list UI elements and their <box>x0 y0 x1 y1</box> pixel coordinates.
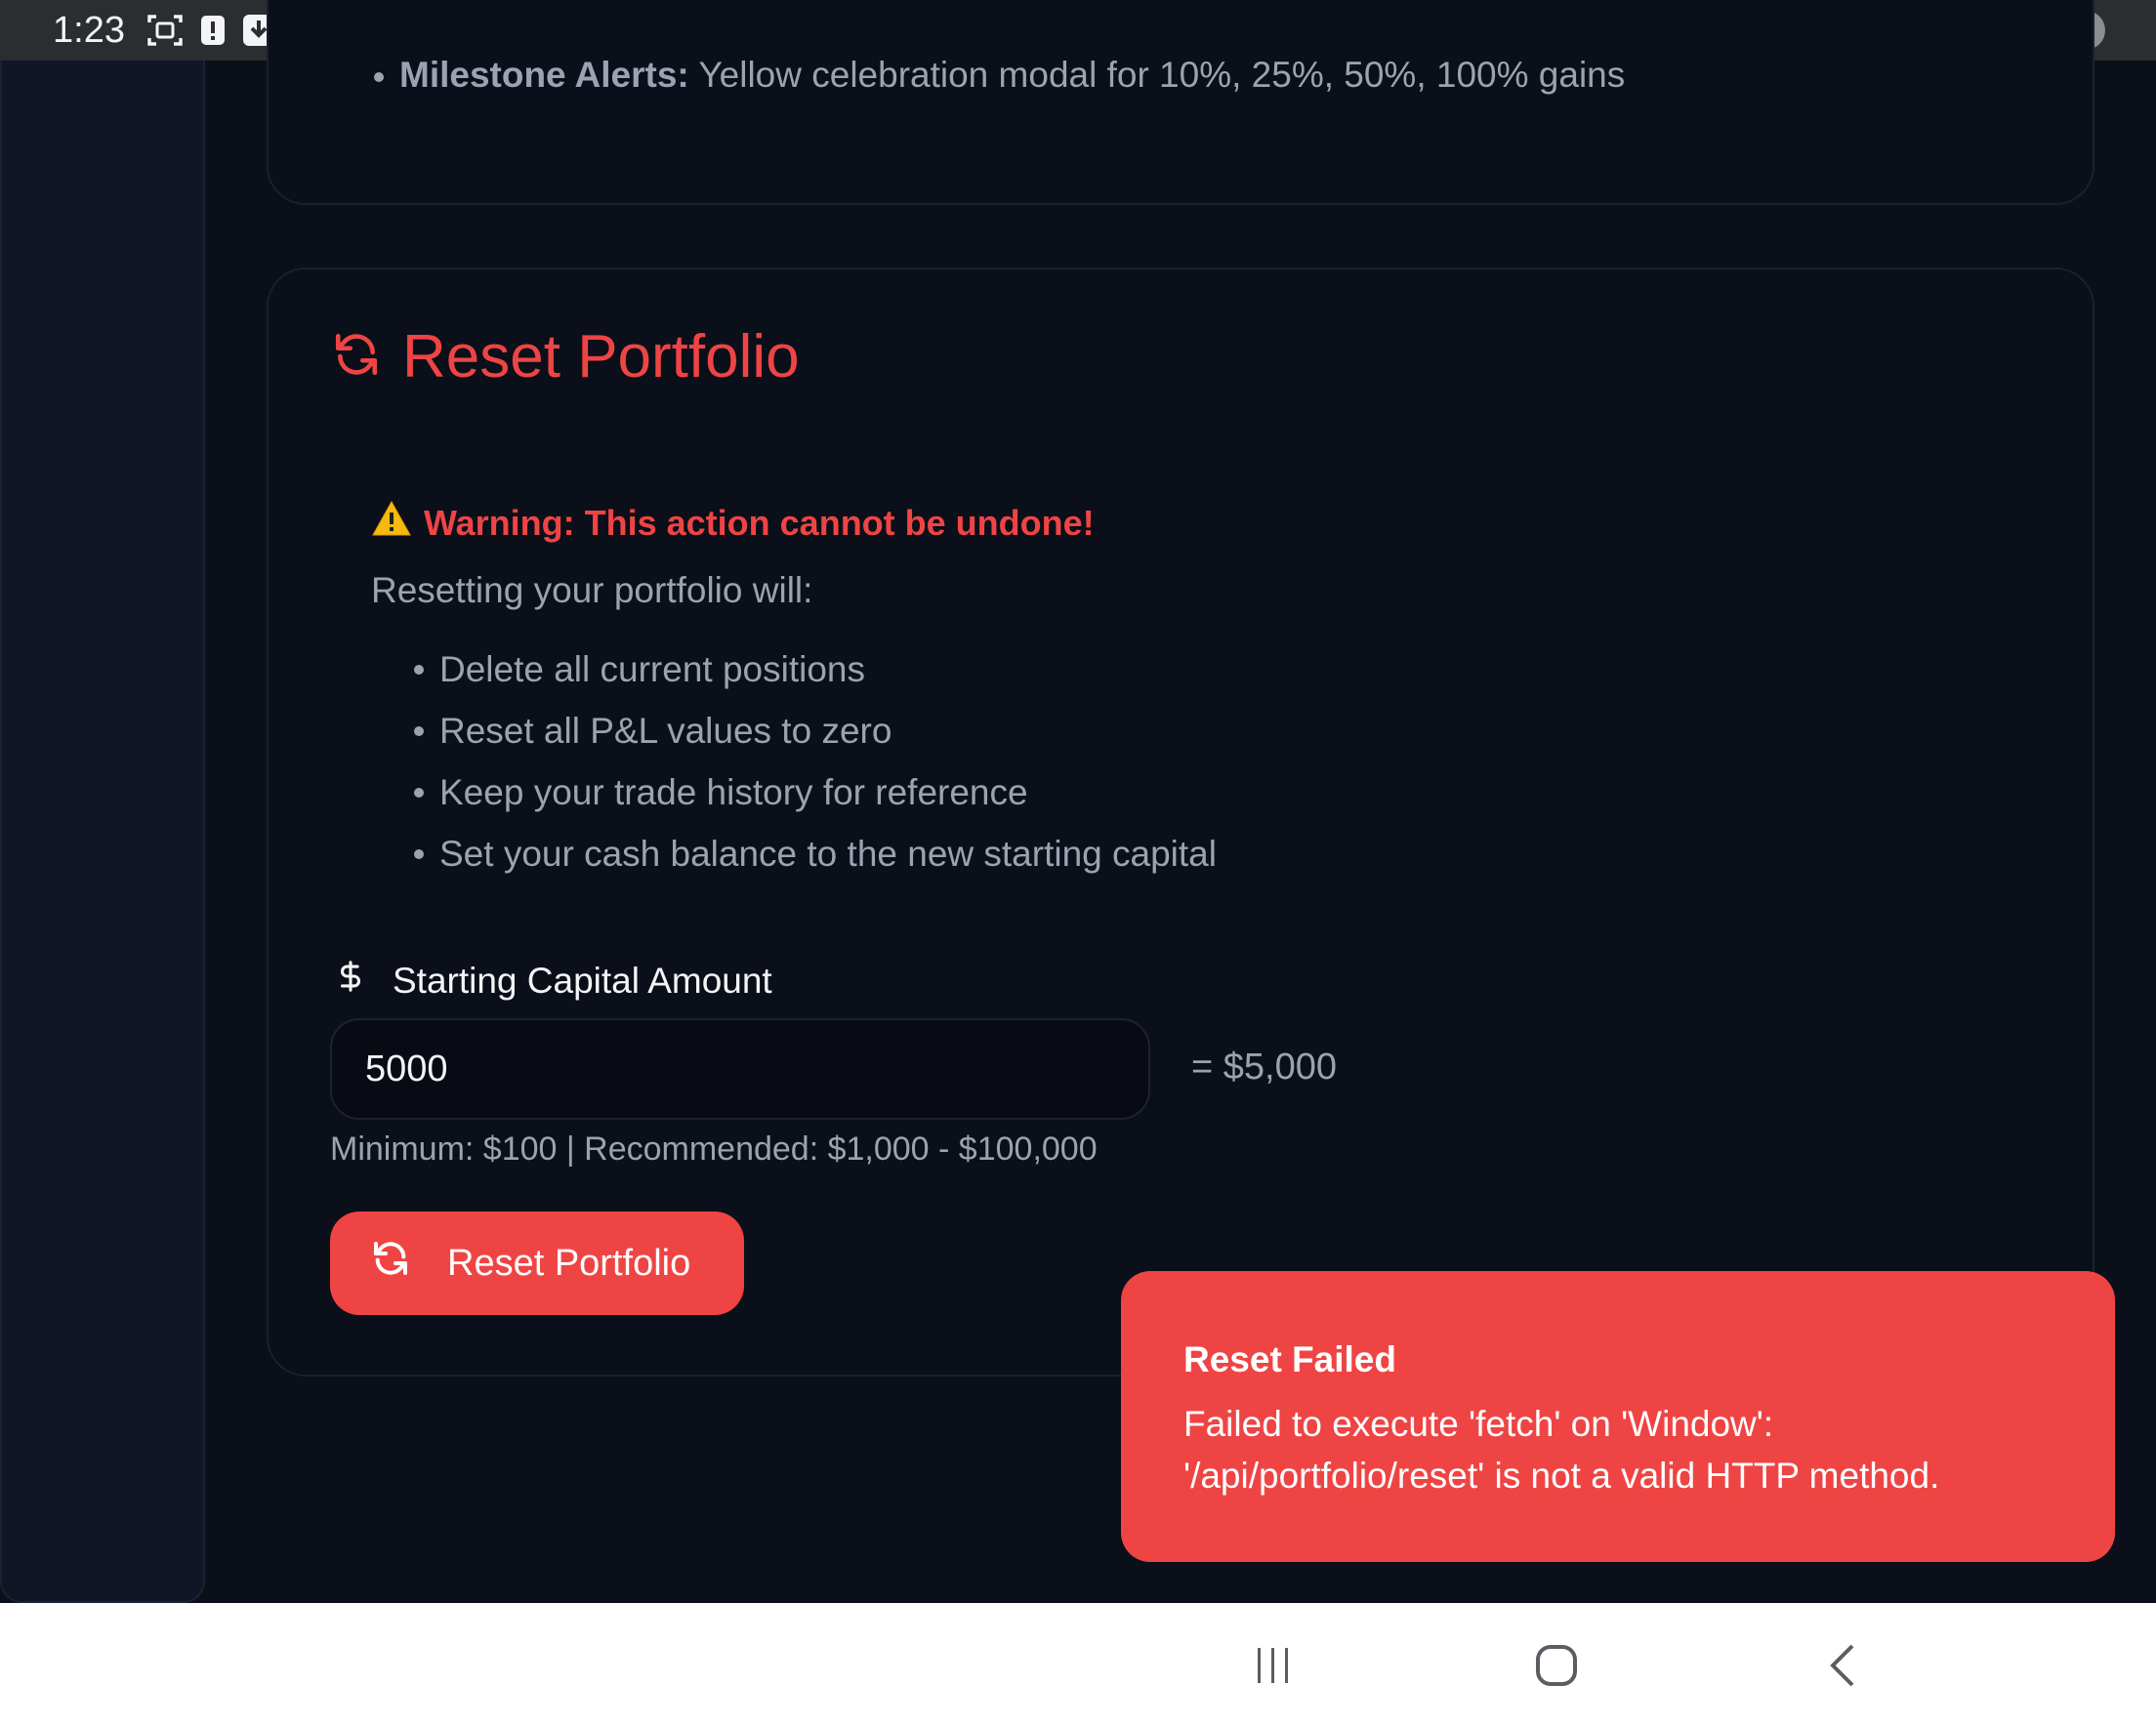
effect-text: Set your cash balance to the new startin… <box>439 833 1217 874</box>
capital-converted-value: = $5,000 <box>1191 1047 1337 1088</box>
effect-text: Keep your trade history for reference <box>439 771 1028 812</box>
screenshot-icon <box>146 13 184 48</box>
milestone-label: Milestone Alerts: <box>399 55 689 95</box>
toast-title: Reset Failed <box>1183 1339 1396 1379</box>
bullet <box>414 848 424 859</box>
reset-portfolio-heading: Reset Portfolio <box>402 323 800 390</box>
effect-text: Reset all P&L values to zero <box>439 710 892 751</box>
list-item: Delete all current positions <box>414 638 1217 700</box>
sidebar <box>0 61 205 1603</box>
warning-icon <box>371 500 412 546</box>
dollar-icon <box>334 955 367 1007</box>
navigation-bar <box>0 1603 2156 1726</box>
reset-portfolio-button[interactable]: Reset Portfolio <box>330 1212 744 1315</box>
list-item: Keep your trade history for reference <box>414 761 1217 823</box>
starting-capital-input[interactable]: 5000 <box>330 1018 1150 1120</box>
settings-card <box>267 0 2094 205</box>
list-item: Set your cash balance to the new startin… <box>414 823 1217 884</box>
milestone-alerts-item: Milestone Alerts: Yellow celebration mod… <box>374 55 1625 96</box>
status-time: 1:23 <box>53 9 125 51</box>
refresh-icon <box>332 330 381 384</box>
list-item: Reset all P&L values to zero <box>414 700 1217 761</box>
bullet <box>374 72 384 83</box>
starting-capital-label: Starting Capital Amount <box>334 955 772 1007</box>
error-toast[interactable]: Reset Failed Failed to execute 'fetch' o… <box>1121 1271 2115 1562</box>
bullet <box>414 725 424 736</box>
recent-apps-icon[interactable] <box>1234 1636 1312 1695</box>
effect-text: Delete all current positions <box>439 648 865 689</box>
home-icon[interactable] <box>1517 1636 1596 1695</box>
warning-message: Warning: This action cannot be undone! <box>371 500 1095 546</box>
bullet <box>414 787 424 798</box>
reset-button-label: Reset Portfolio <box>447 1242 691 1284</box>
capital-hint: Minimum: $100 | Recommended: $1,000 - $1… <box>330 1130 1098 1168</box>
capital-label-text: Starting Capital Amount <box>393 960 772 1001</box>
bullet <box>414 664 424 675</box>
reset-intro-text: Resetting your portfolio will: <box>371 570 813 610</box>
toast-message: Failed to execute 'fetch' on 'Window': '… <box>1183 1404 1940 1496</box>
reset-effects-list: Delete all current positions Reset all P… <box>414 638 1217 884</box>
milestone-text: Yellow celebration modal for 10%, 25%, 5… <box>698 55 1626 95</box>
refresh-icon <box>371 1239 410 1288</box>
alert-icon <box>199 14 227 47</box>
back-icon[interactable] <box>1804 1636 1882 1695</box>
section-title: Reset Portfolio <box>332 322 800 391</box>
warning-text: Warning: This action cannot be undone! <box>424 502 1095 543</box>
